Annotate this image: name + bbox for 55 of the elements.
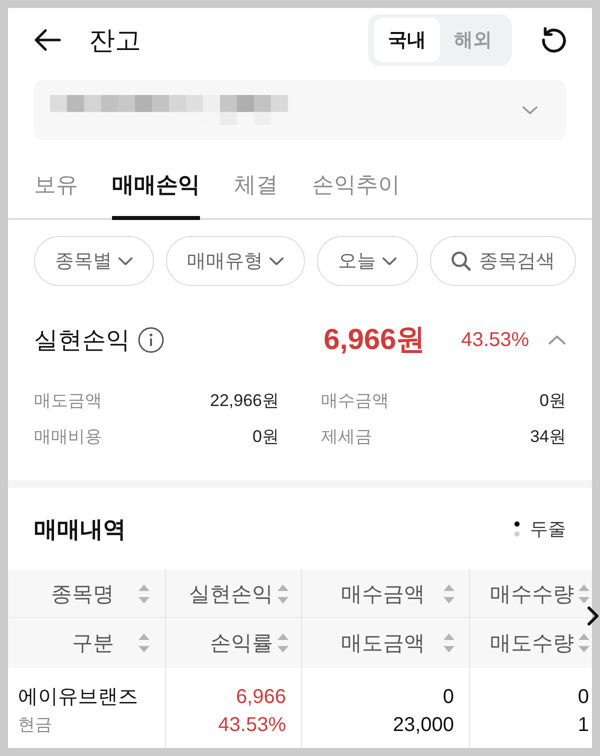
column-header[interactable]: 매수금액 [302, 570, 470, 618]
chevron-up-icon[interactable] [548, 335, 566, 345]
column-header[interactable]: 손익률 [166, 618, 302, 668]
filter-dropdown[interactable]: 오늘 [317, 236, 418, 286]
back-arrow-icon[interactable] [33, 28, 61, 52]
chevron-down-icon [522, 106, 538, 114]
detail-value: 22,966원 [210, 390, 279, 412]
column-header[interactable]: 매수수량 [470, 570, 592, 618]
page-title: 잔고 [89, 24, 141, 56]
sort-icon[interactable] [443, 632, 455, 654]
stock-name: 에이유브랜즈 [18, 685, 138, 710]
tab[interactable]: 매매손익 [112, 160, 200, 220]
column-header[interactable]: 실현손익 [166, 570, 302, 618]
chevron-down-icon [118, 256, 133, 266]
column-header[interactable]: 매도수량 [470, 618, 592, 668]
table-value: 0 [442, 685, 454, 710]
realized-pnl-amount: 6,966원 [324, 323, 426, 358]
trade-type: 현금 [18, 714, 52, 736]
table-value: 0 [578, 685, 589, 710]
segment-tab[interactable]: 국내 [374, 18, 440, 62]
chevron-right-icon[interactable] [587, 606, 599, 626]
chevron-down-icon [382, 256, 397, 266]
column-header[interactable]: 매도금액 [302, 618, 470, 668]
stock-search-button[interactable]: 종목검색 [430, 236, 576, 286]
sort-icon[interactable] [138, 632, 150, 654]
filter-dropdown[interactable]: 매매유형 [166, 236, 305, 286]
detail-value: 0원 [252, 426, 279, 448]
chevron-down-icon [269, 256, 284, 266]
two-dots-icon [514, 521, 520, 537]
table-value: 1 [578, 713, 589, 738]
detail-label: 매도금액 [34, 390, 102, 412]
table-value: 23,000 [392, 713, 454, 738]
column-header[interactable]: 종목명 [8, 570, 166, 618]
detail-value: 0원 [540, 390, 566, 412]
info-icon[interactable] [138, 327, 164, 353]
refresh-icon[interactable] [540, 26, 568, 54]
sort-icon[interactable] [138, 582, 150, 604]
sort-icon[interactable] [443, 582, 455, 604]
section-title: 매매내역 [34, 514, 126, 544]
detail-label: 매매비용 [34, 426, 102, 448]
pnl-rate: 43.53% [218, 713, 286, 738]
account-dropdown[interactable] [34, 80, 566, 140]
line-view-toggle[interactable]: 두줄 [514, 517, 566, 541]
detail-label: 제세금 [321, 426, 372, 448]
section-title: 실현손익 [34, 326, 130, 356]
sort-icon[interactable] [277, 582, 289, 604]
sort-icon[interactable] [578, 632, 590, 654]
sort-icon[interactable] [277, 632, 289, 654]
column-header[interactable]: 구분 [8, 618, 166, 668]
pnl-value: 6,966 [236, 685, 286, 710]
detail-value: 34원 [530, 426, 566, 448]
filter-dropdown[interactable]: 종목별 [34, 236, 154, 286]
detail-label: 매수금액 [321, 390, 389, 412]
search-icon [451, 251, 471, 271]
realized-pnl-rate: 43.53% [461, 328, 529, 352]
